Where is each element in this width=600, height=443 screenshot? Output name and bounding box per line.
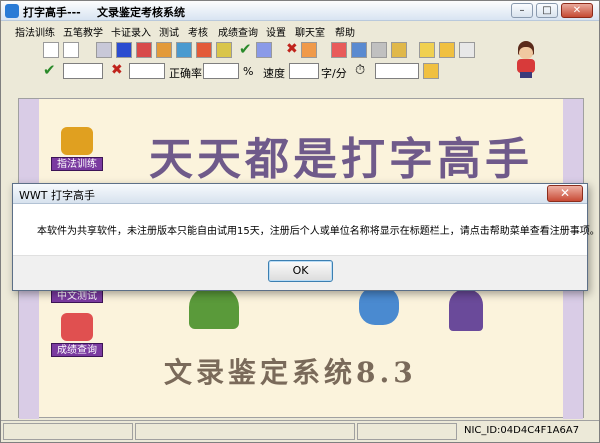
correct-icon: ✔ — [43, 61, 56, 79]
character-middle-image — [359, 287, 399, 325]
monitor-icon[interactable] — [351, 42, 367, 58]
status-segment-1 — [3, 423, 133, 440]
shareware-dialog: WWT 打字高手 ✕ 本软件为共享软件，未注册版本只能自由试用15天，注册后个人… — [12, 183, 600, 291]
gift-icon — [61, 313, 93, 341]
window-title: 打字高手--- — [23, 6, 81, 19]
ok-button[interactable]: OK — [268, 260, 333, 282]
group-icon[interactable] — [391, 42, 407, 58]
menu-bar: 指法训练 五笔教学 卡证录入 测试 考核 成绩查询 设置 聊天室 帮助 — [1, 22, 599, 39]
side-button-chinese-test-label: 中文测试 — [51, 289, 103, 303]
menu-help[interactable]: 帮助 — [335, 24, 355, 39]
mascot-icon — [513, 41, 539, 79]
chart-icon[interactable] — [331, 42, 347, 58]
character-left-image — [189, 287, 239, 329]
side-button-score-query[interactable]: 成绩查询 — [51, 313, 103, 359]
banner-title: 天天都是打字高手 — [149, 134, 533, 185]
accuracy-label: 正确率 — [169, 67, 202, 80]
percent-label: % — [243, 65, 254, 78]
side-button-score-query-label: 成绩查询 — [51, 343, 103, 357]
dialog-footer: OK — [13, 255, 587, 290]
grid-icon[interactable] — [216, 42, 232, 58]
window-icon[interactable] — [63, 42, 79, 58]
dialog-title: WWT 打字高手 — [19, 189, 95, 202]
time-field — [375, 63, 419, 79]
trophy-icon[interactable] — [196, 42, 212, 58]
letter-a-icon[interactable] — [116, 42, 132, 58]
speed-label: 速度 — [263, 67, 285, 80]
toolbar-icons: ✔ ✖ — [41, 40, 491, 60]
clock-icon[interactable] — [419, 42, 435, 58]
figures-icon[interactable] — [136, 42, 152, 58]
speed-field — [289, 63, 319, 79]
dialog-close-button[interactable]: ✕ — [547, 185, 583, 202]
app-icon — [5, 4, 19, 18]
wrong-count-field — [129, 63, 165, 79]
side-button-fingering[interactable]: 指法训练 — [51, 127, 103, 173]
minimize-button[interactable]: – — [511, 3, 533, 18]
star-icon — [61, 127, 93, 155]
close-button[interactable]: ✕ — [561, 3, 593, 18]
menu-wubi[interactable]: 五笔教学 — [63, 24, 103, 39]
menu-chat[interactable]: 聊天室 — [295, 24, 325, 39]
book-icon[interactable] — [96, 42, 112, 58]
status-bar: NIC_ID:04D4C4F1A6A7 — [1, 420, 599, 442]
status-segment-2 — [135, 423, 355, 440]
orange-square-icon[interactable] — [301, 42, 317, 58]
window-subtitle: 文录鉴定考核系统 — [97, 6, 185, 19]
cross-icon[interactable]: ✖ — [286, 41, 298, 57]
speed-unit-label: 字/分 — [321, 67, 347, 80]
menu-fingering[interactable]: 指法训练 — [15, 24, 55, 39]
stats-icon[interactable] — [459, 42, 475, 58]
timer-icon: ⏱ — [355, 63, 366, 78]
blue-square-icon[interactable] — [256, 42, 272, 58]
toolbar-stats: ✔ ✖ 正确率 % 速度 字/分 ⏱ — [41, 61, 491, 81]
check-icon[interactable]: ✔ — [239, 40, 252, 58]
menu-test[interactable]: 测试 — [159, 24, 179, 39]
dialog-body: 本软件为共享软件，未注册版本只能自由试用15天，注册后个人或单位名称将显示在标题… — [13, 205, 600, 290]
dialog-message: 本软件为共享软件，未注册版本只能自由试用15天，注册后个人或单位名称将显示在标题… — [37, 226, 600, 237]
menu-exam[interactable]: 考核 — [188, 24, 208, 39]
nic-id-text: NIC_ID:04D4C4F1A6A7 — [464, 425, 580, 436]
alarm-icon[interactable] — [439, 42, 455, 58]
dialog-title-bar: WWT 打字高手 ✕ — [13, 184, 587, 204]
correct-count-field — [63, 63, 103, 79]
side-button-fingering-label: 指法训练 — [51, 157, 103, 171]
people-icon[interactable] — [156, 42, 172, 58]
system-version-text: 文录鉴定系统8.3 — [164, 356, 417, 389]
maximize-button[interactable]: □ — [536, 3, 558, 18]
start-icon[interactable] — [43, 42, 59, 58]
wrong-icon: ✖ — [111, 62, 123, 78]
alarm-clock-icon[interactable] — [423, 63, 439, 79]
character-right-image — [449, 289, 483, 331]
menu-score-query[interactable]: 成绩查询 — [218, 24, 258, 39]
document-icon[interactable] — [371, 42, 387, 58]
status-segment-3 — [357, 423, 457, 440]
menu-settings[interactable]: 设置 — [266, 24, 286, 39]
title-bar: 打字高手--- 文录鉴定考核系统 – □ ✕ — [1, 1, 599, 21]
menu-card-entry[interactable]: 卡证录入 — [111, 24, 151, 39]
keyboard-icon[interactable] — [176, 42, 192, 58]
accuracy-field — [203, 63, 239, 79]
